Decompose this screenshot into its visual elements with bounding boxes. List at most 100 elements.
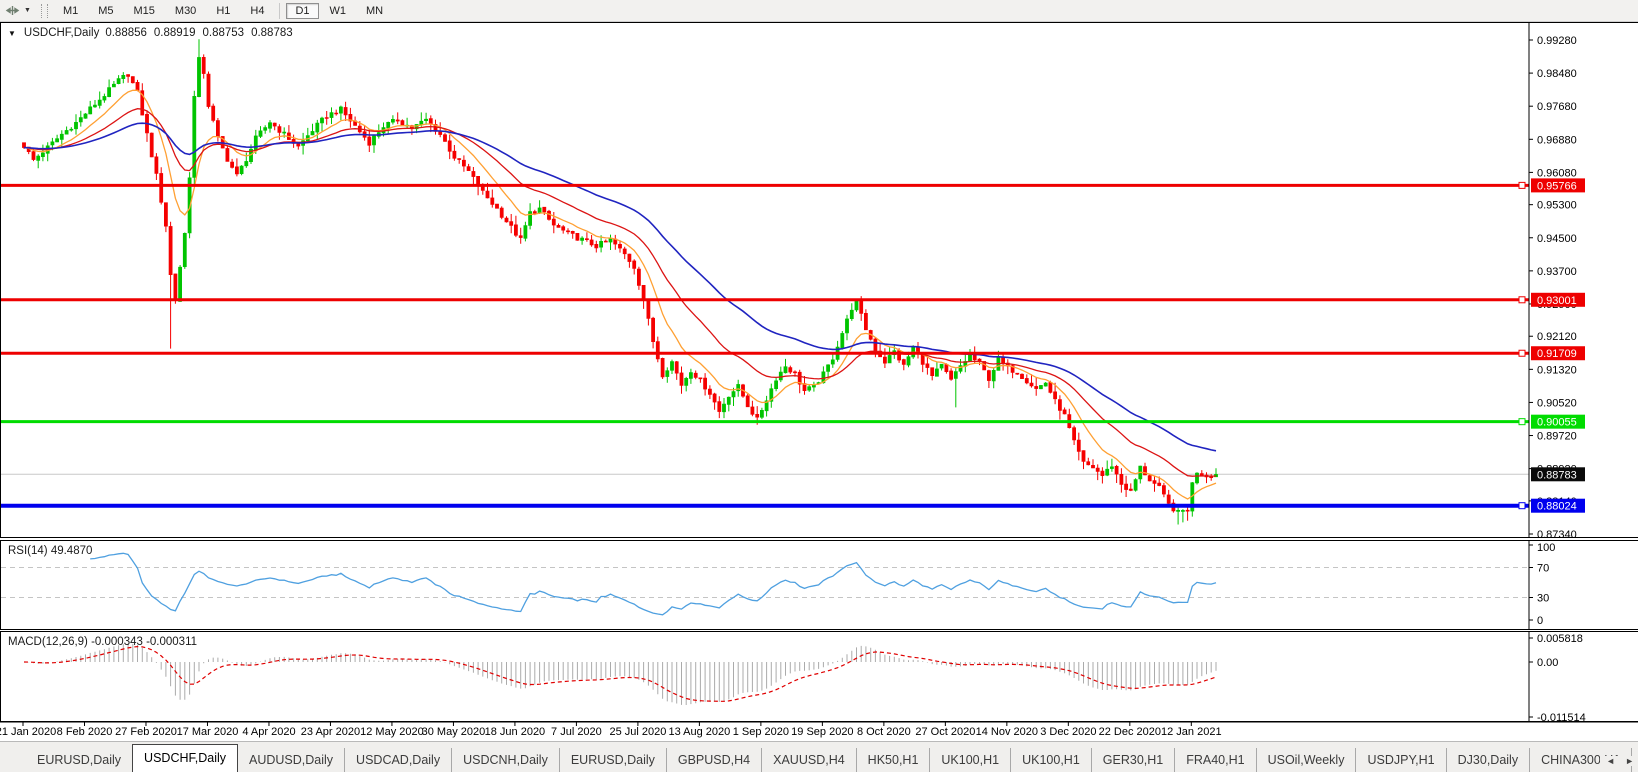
chart-tabs: EURUSD,DailyUSDCHF,DailyAUDUSD,DailyUSDC… xyxy=(26,742,1638,772)
chart-tab-usdjpy-h1[interactable]: USDJPY,H1 xyxy=(1355,748,1445,772)
date-tick-label: 4 Apr 2020 xyxy=(242,726,295,738)
chart-tab-gbpusd-h4[interactable]: GBPUSD,H4 xyxy=(666,748,761,772)
macd-indicator-panel[interactable]: MACD(12,26,9) -0.000343 -0.000311 0.0058… xyxy=(0,631,1638,722)
date-tick-label: 21 Jan 2020 xyxy=(0,726,56,738)
date-tick-label: 8 Oct 2020 xyxy=(857,726,911,738)
price-label-text: 0.90055 xyxy=(1537,417,1577,429)
timeframe-button-m15[interactable]: M15 xyxy=(125,3,164,19)
price-tick-label: 0.91320 xyxy=(1537,364,1577,376)
chart-tab-eurusd-daily[interactable]: EURUSD,Daily xyxy=(26,748,132,772)
date-tick-label: 22 Dec 2020 xyxy=(1099,726,1161,738)
price-label-text: 0.88024 xyxy=(1537,501,1577,513)
ohlc-open: 0.88856 xyxy=(105,27,147,39)
tab-scroll-controls: ◄ ► xyxy=(1600,756,1634,766)
macd-histogram xyxy=(24,644,1216,705)
price-tick-label: 0.94500 xyxy=(1537,233,1577,245)
rsi-tick-label: 0 xyxy=(1537,615,1543,627)
chart-tab-eurusd-daily[interactable]: EURUSD,Daily xyxy=(559,748,666,772)
rsi-indicator-panel[interactable]: RSI(14) 49.4870 100 70 30 0 xyxy=(0,540,1638,630)
bear-candle-bodies xyxy=(22,57,1212,511)
moving-average-line-50 xyxy=(24,123,1216,451)
rsi-tick-label: 100 xyxy=(1537,542,1555,554)
hline-handle[interactable] xyxy=(1519,419,1525,425)
date-tick-label: 30 May 2020 xyxy=(422,726,486,738)
chart-tab-audusd-daily[interactable]: AUDUSD,Daily xyxy=(238,748,344,772)
price-tick-label: 0.96880 xyxy=(1537,134,1577,146)
price-tick-label: 0.92120 xyxy=(1537,331,1577,343)
hline-handle[interactable] xyxy=(1519,182,1525,188)
timeframe-button-h1[interactable]: H1 xyxy=(207,3,239,19)
price-tick-label: 0.97680 xyxy=(1537,101,1577,113)
chart-tab-xauusd-h4[interactable]: XAUUSD,H4 xyxy=(761,748,856,772)
timeframe-button-d1[interactable]: D1 xyxy=(286,3,318,19)
hline-handle[interactable] xyxy=(1519,297,1525,303)
toolbar-separator xyxy=(279,3,280,19)
timeframe-button-mn[interactable]: MN xyxy=(357,3,392,19)
macd-chart-canvas[interactable]: 0.005818 0.00 -0.011514 xyxy=(1,632,1638,721)
tabs-scroll-right-icon[interactable]: ► xyxy=(1625,756,1634,766)
rsi-label: RSI(14) 49.4870 xyxy=(8,545,92,557)
candlestick-chart-canvas[interactable]: 0.992800.984800.976800.968800.960800.953… xyxy=(1,23,1638,537)
ohlc-close: 0.88783 xyxy=(251,27,293,39)
price-tick-label: 0.87340 xyxy=(1537,529,1577,537)
ohlc-low: 0.88753 xyxy=(202,27,244,39)
macd-tick-label: 0.00 xyxy=(1537,657,1558,669)
date-tick-label: 18 Jun 2020 xyxy=(485,726,546,738)
date-tick-label: 7 Jul 2020 xyxy=(551,726,602,738)
price-tick-label: 0.95300 xyxy=(1537,200,1577,212)
timeframe-buttons: M1M5M15M30H1H4 D1W1MN xyxy=(53,0,393,21)
date-axis: 21 Jan 20208 Feb 202027 Feb 202017 Mar 2… xyxy=(0,722,1638,741)
timeframe-button-w1[interactable]: W1 xyxy=(321,3,356,19)
price-tick-label: 0.98480 xyxy=(1537,68,1577,80)
macd-tick-label: 0.005818 xyxy=(1537,633,1583,645)
date-tick-label: 13 Aug 2020 xyxy=(668,726,730,738)
pan-dropdown-caret-icon[interactable]: ▼ xyxy=(23,7,35,14)
rsi-line xyxy=(90,553,1216,615)
price-tick-label: 0.89720 xyxy=(1537,431,1577,443)
price-label-text: 0.93001 xyxy=(1537,295,1577,307)
chart-tab-bar: EURUSD,DailyUSDCHF,DailyAUDUSD,DailyUSDC… xyxy=(0,741,1638,772)
macd-label: MACD(12,26,9) -0.000343 -0.000311 xyxy=(8,636,197,648)
rsi-tick-label: 70 xyxy=(1537,563,1549,575)
chart-tab-usdchf-daily[interactable]: USDCHF,Daily xyxy=(132,744,238,772)
macd-tick-label: -0.011514 xyxy=(1537,712,1586,721)
price-tick-label: 0.99280 xyxy=(1537,35,1577,47)
pan-chart-icon[interactable] xyxy=(0,2,23,20)
price-tick-label: 0.90520 xyxy=(1537,397,1577,409)
chart-tab-usoil-weekly[interactable]: USOil,Weekly xyxy=(1256,748,1356,772)
hline-handle[interactable] xyxy=(1519,503,1525,509)
chart-tab-uk100-h1[interactable]: UK100,H1 xyxy=(1010,748,1091,772)
rsi-chart-canvas[interactable]: 100 70 30 0 xyxy=(1,541,1638,629)
date-tick-label: 8 Feb 2020 xyxy=(57,726,113,738)
chart-tab-usdcad-daily[interactable]: USDCAD,Daily xyxy=(344,748,451,772)
ohlc-high: 0.88919 xyxy=(154,27,196,39)
date-tick-label: 27 Oct 2020 xyxy=(915,726,975,738)
toolbar-grip-handle[interactable] xyxy=(41,4,48,18)
chart-tab-fra40-h1[interactable]: FRA40,H1 xyxy=(1174,748,1255,772)
chart-symbol-label: USDCHF,Daily xyxy=(24,27,99,39)
timeframe-button-m30[interactable]: M30 xyxy=(166,3,205,19)
date-tick-label: 23 Apr 2020 xyxy=(301,726,360,738)
date-tick-label: 1 Sep 2020 xyxy=(733,726,789,738)
date-tick-label: 25 Jul 2020 xyxy=(609,726,666,738)
timeframe-button-h4[interactable]: H4 xyxy=(241,3,273,19)
price-tick-label: 0.93700 xyxy=(1537,266,1577,278)
chart-tab-hk50-h1[interactable]: HK50,H1 xyxy=(856,748,930,772)
date-tick-label: 3 Dec 2020 xyxy=(1040,726,1096,738)
timeframe-button-m1[interactable]: M1 xyxy=(54,3,87,19)
chart-tab-uk100-h1[interactable]: UK100,H1 xyxy=(929,748,1010,772)
date-tick-label: 12 May 2020 xyxy=(360,726,424,738)
chart-title: ▼ USDCHF,Daily 0.88856 0.88919 0.88753 0… xyxy=(8,27,293,39)
date-tick-label: 17 Mar 2020 xyxy=(177,726,239,738)
hline-handle[interactable] xyxy=(1519,350,1525,356)
timeframe-toolbar: ▼ M1M5M15M30H1H4 D1W1MN xyxy=(0,0,1638,22)
chart-tab-usdcnh-daily[interactable]: USDCNH,Daily xyxy=(451,748,559,772)
chart-tab-ger30-h1[interactable]: GER30,H1 xyxy=(1091,748,1174,772)
tabs-scroll-left-icon[interactable]: ◄ xyxy=(1606,756,1615,766)
timeframe-button-m5[interactable]: M5 xyxy=(89,3,122,19)
price-label-text: 0.91709 xyxy=(1537,348,1577,360)
rsi-tick-label: 30 xyxy=(1537,593,1549,605)
chart-title-expander-icon[interactable]: ▼ xyxy=(8,29,16,38)
main-chart-panel[interactable]: ▼ USDCHF,Daily 0.88856 0.88919 0.88753 0… xyxy=(0,22,1638,538)
chart-tab-dj30-daily[interactable]: DJ30,Daily xyxy=(1446,748,1529,772)
